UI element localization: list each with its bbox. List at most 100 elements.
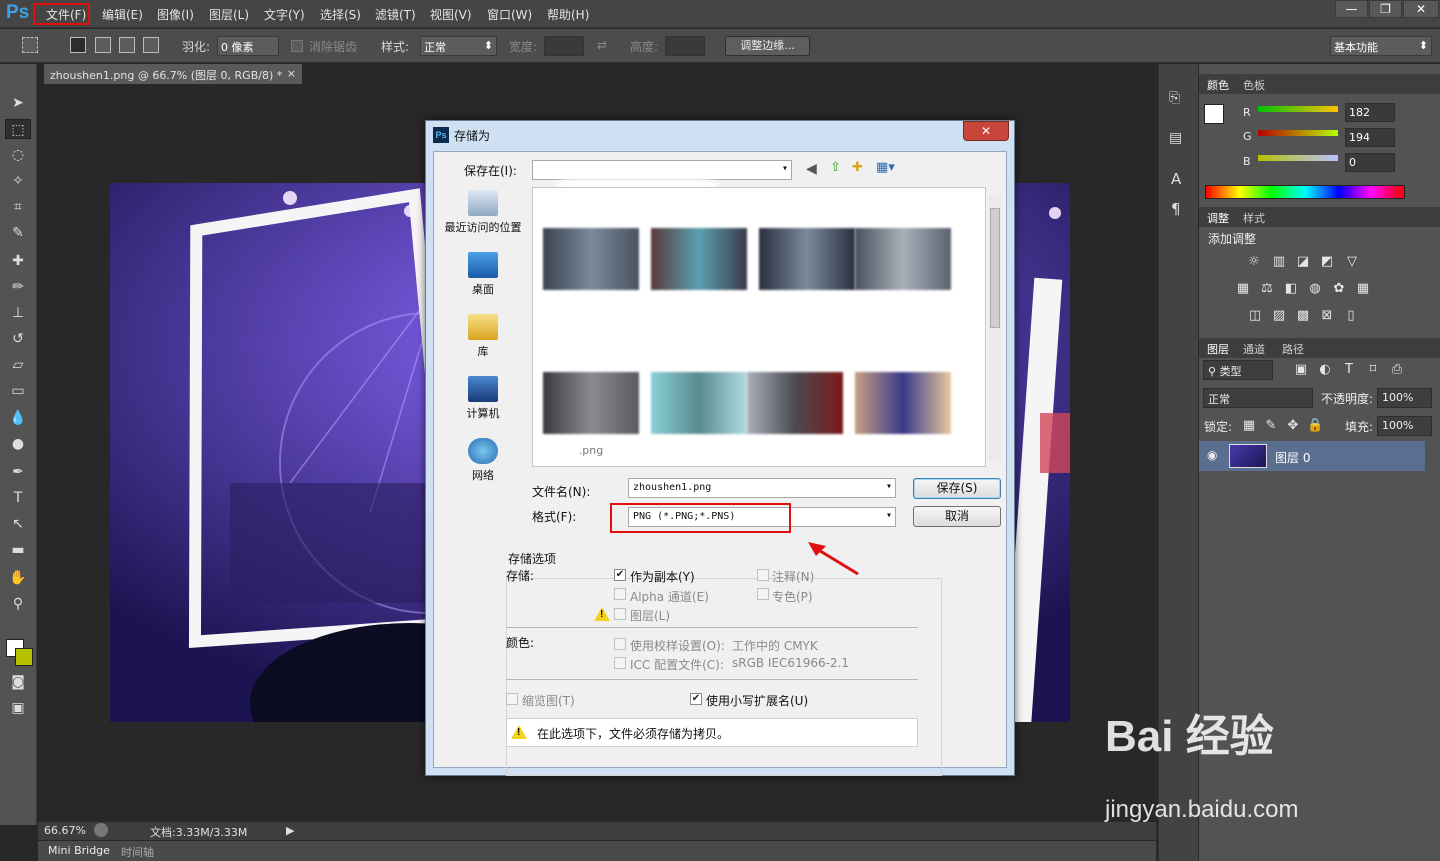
g-slider[interactable] [1258,130,1338,136]
magic-wand-tool-icon[interactable]: ✧ [5,171,31,191]
file-thumbnail[interactable] [759,228,855,290]
screen-mode-icon[interactable]: ▣ [5,698,31,718]
curves-icon[interactable]: ◪ [1295,255,1311,269]
intersect-selection-icon[interactable] [143,37,159,53]
menu-help[interactable]: 帮助(H) [547,6,589,23]
invert-icon[interactable]: ◫ [1247,309,1263,323]
as-copy-checkbox[interactable]: ✔ [614,569,626,581]
marquee-preset-icon[interactable] [22,37,38,53]
antialias-checkbox[interactable] [291,40,303,52]
menu-view[interactable]: 视图(V) [430,6,472,23]
dialog-close-button[interactable]: ✕ [963,121,1009,141]
menu-window[interactable]: 窗口(W) [487,6,532,23]
up-folder-icon[interactable]: ⇧ [830,160,841,175]
file-list[interactable]: .png [532,187,1001,467]
fill-input[interactable]: 100% [1377,416,1432,436]
color-lookup-icon[interactable]: ▦ [1355,282,1371,296]
height-input[interactable] [665,36,705,56]
save-button[interactable]: 保存(S) [913,478,1001,499]
menu-edit[interactable]: 编辑(E) [102,6,143,23]
tab-close-icon[interactable]: × [287,67,296,80]
zoom-tool-icon[interactable]: ⚲ [5,594,31,614]
filename-input[interactable]: zhoushen1.png ▾ [628,478,896,498]
tab-color[interactable]: 颜色 [1207,77,1229,93]
r-value-input[interactable]: 182 [1345,103,1395,122]
eraser-tool-icon[interactable]: ▱ [5,355,31,375]
exposure-icon[interactable]: ◩ [1319,255,1335,269]
thumbnail-checkbox[interactable] [506,693,518,705]
history-brush-tool-icon[interactable]: ↺ [5,329,31,349]
type-tool-icon[interactable]: T [5,488,31,508]
close-window-button[interactable]: ✕ [1403,0,1439,18]
levels-icon[interactable]: ▥ [1271,255,1287,269]
menu-filter[interactable]: 滤镜(T) [375,6,416,23]
add-selection-icon[interactable] [95,37,111,53]
r-slider[interactable] [1258,106,1338,112]
workspace-select[interactable]: 基本功能 ⬍ [1330,36,1432,56]
color-balance-icon[interactable]: ⚖ [1259,282,1275,296]
tab-styles[interactable]: 样式 [1243,210,1265,226]
opacity-input[interactable]: 100% [1377,388,1432,408]
tab-mini-bridge[interactable]: Mini Bridge [48,844,110,857]
gradient-tool-icon[interactable]: ▭ [5,381,31,401]
style-select[interactable]: 正常 ⬍ [420,36,497,56]
notes-checkbox[interactable] [757,569,769,581]
brightness-icon[interactable]: ☼ [1246,255,1262,269]
subtract-selection-icon[interactable] [119,37,135,53]
filter-pixel-icon[interactable]: ▣ [1293,363,1309,377]
file-thumbnail[interactable] [855,372,951,434]
place-network[interactable]: 网络 [440,438,526,483]
menu-type[interactable]: 文字(Y) [264,6,305,23]
refine-edge-button[interactable]: 调整边缘... [725,36,810,56]
new-folder-icon[interactable]: ✚ [852,160,863,175]
filter-adjustment-icon[interactable]: ◐ [1317,363,1333,377]
rectangle-tool-icon[interactable]: ▬ [5,540,31,560]
posterize-icon[interactable]: ▨ [1271,309,1287,323]
zoom-level[interactable]: 66.67% [44,824,86,837]
file-thumbnail[interactable] [651,228,747,290]
icc-profile-checkbox[interactable] [614,657,626,669]
b-value-input[interactable]: 0 [1345,153,1395,172]
alpha-channels-checkbox[interactable] [614,588,626,600]
minimize-button[interactable]: — [1335,0,1368,18]
pen-tool-icon[interactable]: ✒ [5,462,31,482]
marquee-tool-icon[interactable]: ⬚ [5,119,31,139]
filter-smart-object-icon[interactable]: ⎙ [1389,363,1405,377]
file-thumbnail[interactable] [747,372,843,434]
place-library[interactable]: 库 [440,314,526,359]
brush-tool-icon[interactable]: ✏ [5,277,31,297]
dodge-tool-icon[interactable]: ● [5,434,31,454]
menu-layer[interactable]: 图层(L) [209,6,249,23]
color-spectrum-bar[interactable] [1205,185,1405,199]
filter-type-icon[interactable]: T [1341,363,1357,377]
background-color-swatch[interactable] [15,648,33,666]
hand-tool-icon[interactable]: ✋ [5,568,31,588]
new-selection-icon[interactable] [70,37,86,53]
gradient-map-icon[interactable]: ⊠ [1319,309,1335,323]
document-tab[interactable]: zhoushen1.png @ 66.7% (图层 0, RGB/8) * × [44,64,302,84]
tab-timeline[interactable]: 时间轴 [121,844,154,860]
back-icon[interactable]: ◀ [806,161,817,177]
healing-brush-tool-icon[interactable]: ✚ [5,251,31,271]
place-desktop[interactable]: 桌面 [440,252,526,297]
b-slider[interactable] [1258,155,1338,161]
file-thumbnail[interactable] [543,228,639,290]
scrollbar-thumb[interactable] [990,208,1000,328]
layer-row[interactable]: ◉ 图层 0 [1199,441,1425,471]
tab-layers[interactable]: 图层 [1207,341,1229,357]
status-menu-arrow-icon[interactable]: ▶ [286,824,294,837]
cancel-button[interactable]: 取消 [913,506,1001,527]
layer-filter-select[interactable]: ⚲ 类型 [1203,360,1273,380]
black-white-icon[interactable]: ◧ [1283,282,1299,296]
eye-icon[interactable]: ◉ [1207,448,1217,462]
proof-setup-checkbox[interactable] [614,638,626,650]
lock-position-icon[interactable]: ✥ [1285,419,1301,433]
feather-input[interactable]: 0 像素 [217,36,279,56]
file-thumbnail[interactable] [543,372,639,434]
blend-mode-select[interactable]: 正常 [1203,388,1313,408]
menu-image[interactable]: 图像(I) [157,6,194,23]
clone-stamp-tool-icon[interactable]: ⊥ [5,303,31,323]
filter-shape-icon[interactable]: ⌑ [1365,363,1381,377]
tab-channels[interactable]: 通道 [1243,341,1265,357]
photo-filter-icon[interactable]: ◍ [1307,282,1323,296]
